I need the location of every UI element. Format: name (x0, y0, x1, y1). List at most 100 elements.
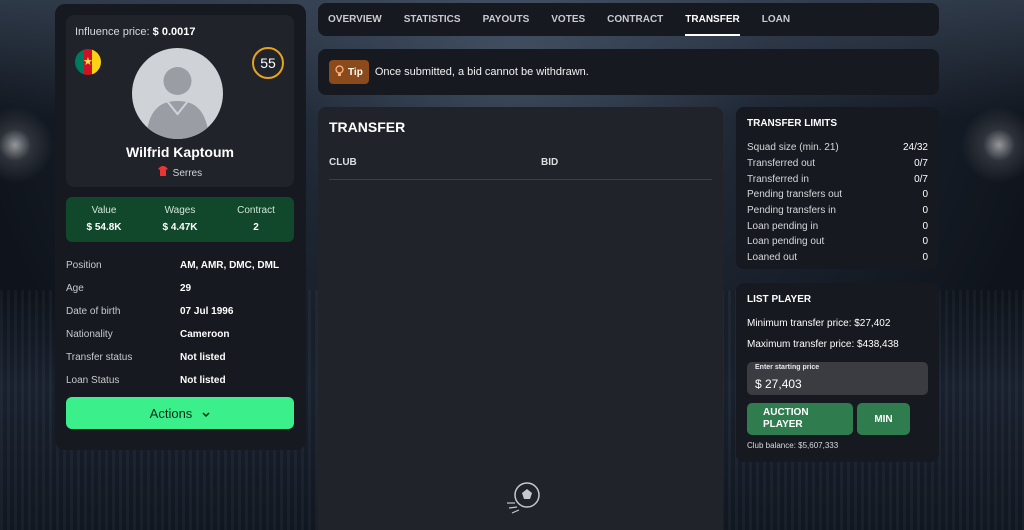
actions-button[interactable]: Actions (66, 397, 294, 429)
stat-contract: Contract 2 (218, 197, 294, 242)
player-avatar (132, 48, 223, 139)
stat-label: Wages (164, 205, 196, 216)
limit-value: 0 (922, 189, 928, 201)
limit-row: Transferred in 0/7 (747, 171, 928, 187)
detail-value: Cameroon (180, 329, 230, 340)
stat-label: Value (91, 205, 117, 216)
column-header-club: CLUB (329, 157, 357, 168)
maximum-price: Maximum transfer price: $438,438 (747, 339, 899, 350)
stat-number: 2 (253, 222, 259, 233)
detail-label: Position (66, 260, 102, 271)
tip-badge: Tip (329, 60, 369, 84)
limits-title: TRANSFER LIMITS (747, 118, 837, 129)
detail-row: Date of birth 07 Jul 1996 (66, 300, 296, 323)
limit-label: Loan pending out (747, 236, 825, 248)
table-divider (329, 179, 712, 180)
tab-bar: OVERVIEW STATISTICS PAYOUTS VOTES CONTRA… (318, 3, 939, 36)
club-name[interactable]: Serres (173, 168, 202, 179)
stat-value: Value $ 54.8K (66, 197, 142, 242)
starting-price-input[interactable]: Enter starting price $ 27,403 (747, 362, 928, 395)
limit-label: Transferred out (747, 158, 815, 170)
player-header-card: Influence price: $ 0.0017 ★ 55 Wilfrid K… (66, 15, 294, 187)
detail-label: Loan Status (66, 375, 120, 386)
lightbulb-icon (335, 64, 344, 80)
detail-row: Nationality Cameroon (66, 323, 296, 346)
tab-statistics[interactable]: STATISTICS (404, 3, 461, 36)
player-club: Serres (66, 166, 294, 179)
limit-row: Squad size (min. 21) 24/32 (747, 140, 928, 156)
stat-wages: Wages $ 4.47K (142, 197, 218, 242)
cameroon-flag-icon: ★ (75, 49, 101, 75)
influence-price: Influence price: $ 0.0017 (75, 26, 196, 38)
stat-label: Contract (237, 205, 275, 216)
tab-overview[interactable]: OVERVIEW (328, 3, 382, 36)
chevron-down-icon (202, 406, 210, 421)
tab-transfer[interactable]: TRANSFER (685, 3, 741, 36)
stat-number: $ 4.47K (162, 222, 198, 233)
detail-label: Transfer status (66, 352, 133, 363)
transfer-limits-panel: TRANSFER LIMITS Squad size (min. 21) 24/3… (736, 107, 939, 269)
influence-label: Influence price: (75, 26, 150, 38)
tab-loan[interactable]: LOAN (762, 3, 790, 36)
limit-row: Loan pending out 0 (747, 234, 928, 250)
limit-row: Pending transfers in 0 (747, 203, 928, 219)
auction-player-button[interactable]: AUCTION PLAYER (747, 403, 853, 435)
limit-value: 24/32 (902, 142, 928, 154)
limit-row: Loan pending in 0 (747, 218, 928, 234)
detail-row: Loan Status Not listed (66, 369, 296, 392)
shirt-icon (157, 166, 168, 179)
player-details: Position AM, AMR, DMC, DML Age 29 Date o… (66, 254, 296, 392)
detail-value: Not listed (180, 375, 226, 386)
starting-price-value[interactable]: $ 27,403 (755, 377, 802, 391)
min-price-button[interactable]: MIN (857, 403, 910, 435)
stat-number: $ 54.8K (86, 222, 122, 233)
player-rating: 55 (252, 47, 284, 79)
transfer-title: TRANSFER (329, 119, 406, 135)
limit-value: 0 (922, 220, 928, 232)
limit-value: 0/7 (914, 173, 928, 185)
limit-label: Pending transfers out (747, 189, 843, 201)
limit-label: Loaned out (747, 252, 798, 264)
transfer-panel: TRANSFER CLUB BID (318, 107, 723, 530)
limits-list: Squad size (min. 21) 24/32 Transferred ou… (747, 140, 928, 266)
player-panel: Influence price: $ 0.0017 ★ 55 Wilfrid K… (55, 4, 306, 450)
detail-row: Position AM, AMR, DMC, DML (66, 254, 296, 277)
limit-row: Loaned out 0 (747, 250, 928, 266)
limit-label: Loan pending in (747, 220, 819, 232)
player-name: Wilfrid Kaptoum (126, 144, 234, 160)
tab-contract[interactable]: CONTRACT (607, 3, 663, 36)
influence-value: $ 0.0017 (152, 26, 196, 38)
football-icon (503, 479, 543, 519)
starting-price-label: Enter starting price (755, 364, 820, 371)
limit-value: 0 (922, 236, 928, 248)
limit-row: Transferred out 0/7 (747, 156, 928, 172)
detail-value: 29 (180, 283, 192, 294)
detail-label: Nationality (66, 329, 113, 340)
limit-value: 0 (922, 205, 928, 217)
detail-row: Transfer status Not listed (66, 346, 296, 369)
limit-value: 0/7 (914, 158, 928, 170)
limit-label: Pending transfers in (747, 205, 836, 217)
detail-value: 07 Jul 1996 (180, 306, 234, 317)
player-stats: Value $ 54.8K Wages $ 4.47K Contract 2 (66, 197, 294, 242)
tab-payouts[interactable]: PAYOUTS (483, 3, 530, 36)
minimum-price: Minimum transfer price: $27,402 (747, 318, 891, 329)
detail-row: Age 29 (66, 277, 296, 300)
limit-row: Pending transfers out 0 (747, 187, 928, 203)
tip-label: Tip (348, 66, 363, 78)
detail-value: AM, AMR, DMC, DML (180, 260, 280, 271)
detail-value: Not listed (180, 352, 226, 363)
limit-label: Squad size (min. 21) (747, 142, 839, 154)
list-player-panel: LIST PLAYER Minimum transfer price: $27,… (736, 283, 939, 462)
tip-banner: Tip Once submitted, a bid cannot be with… (318, 49, 939, 95)
detail-label: Date of birth (66, 306, 121, 317)
tip-text: Once submitted, a bid cannot be withdraw… (374, 66, 589, 78)
list-player-title: LIST PLAYER (747, 294, 812, 305)
limit-label: Transferred in (747, 173, 809, 185)
club-balance: Club balance: $5,607,333 (747, 441, 839, 450)
column-header-bid: BID (541, 157, 559, 168)
limit-value: 0 (922, 252, 928, 264)
detail-label: Age (66, 283, 84, 294)
tab-votes[interactable]: VOTES (551, 3, 585, 36)
actions-label: Actions (149, 405, 193, 421)
